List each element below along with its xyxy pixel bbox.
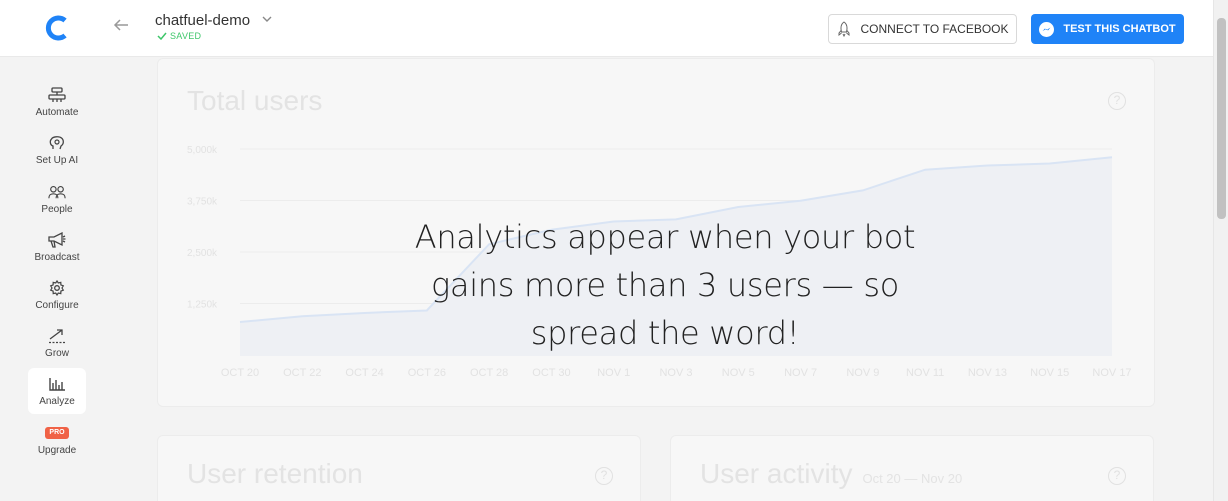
- y-tick-label: 5,000k: [187, 145, 218, 156]
- check-icon: [157, 32, 167, 40]
- top-header: chatfuel-demo SAVED CONNECT TO FACEBOOK …: [0, 0, 1213, 57]
- back-arrow-icon[interactable]: [112, 16, 132, 38]
- test-chatbot-button[interactable]: TEST THIS CHATBOT: [1031, 14, 1184, 44]
- bot-name[interactable]: chatfuel-demo: [155, 12, 250, 29]
- x-tick-label: OCT 24: [345, 367, 383, 379]
- sidebar-item-broadcast[interactable]: Broadcast: [28, 224, 86, 270]
- brain-icon: [48, 134, 66, 152]
- x-tick-label: NOV 11: [906, 367, 944, 379]
- user-retention-title: User retention: [187, 458, 363, 489]
- scrollbar-thumb[interactable]: [1217, 18, 1226, 219]
- y-tick-label: 3,750k: [187, 197, 218, 208]
- chatfuel-logo[interactable]: [43, 14, 71, 42]
- x-tick-label: OCT 22: [283, 367, 321, 379]
- connect-to-facebook-button[interactable]: CONNECT TO FACEBOOK: [828, 14, 1017, 44]
- sidebar-item-grow[interactable]: Grow: [28, 320, 86, 366]
- sidebar-item-label: Automate: [35, 107, 79, 118]
- sidebar-item-upgrade[interactable]: PRO Upgrade: [28, 418, 86, 464]
- y-tick-label: 2,500k: [187, 248, 218, 259]
- x-tick-label: OCT 30: [532, 367, 570, 379]
- automate-icon: [48, 86, 66, 104]
- sidebar-item-label: Grow: [45, 348, 69, 359]
- sidebar-item-label: People: [41, 204, 73, 215]
- x-tick-label: NOV 7: [784, 367, 817, 379]
- bar-chart-icon: [48, 375, 66, 393]
- pro-badge: PRO: [45, 426, 69, 439]
- user-activity-date-range: Oct 20 — Nov 20: [862, 471, 963, 486]
- x-tick-label: NOV 3: [659, 367, 692, 379]
- connect-to-facebook-label: CONNECT TO FACEBOOK: [860, 22, 1009, 36]
- saved-status-label: SAVED: [170, 31, 202, 41]
- help-icon[interactable]: ?: [1108, 467, 1126, 485]
- page-scrollbar[interactable]: [1213, 0, 1228, 501]
- sidebar-item-label: Broadcast: [34, 252, 80, 263]
- x-tick-label: OCT 26: [408, 367, 446, 379]
- sidebar-item-label: Analyze: [39, 396, 75, 407]
- sidebar-item-configure[interactable]: Configure: [28, 272, 86, 318]
- x-tick-label: NOV 9: [846, 367, 879, 379]
- left-sidebar: Automate Set Up AI People Broadcast Conf…: [0, 58, 113, 501]
- sidebar-item-analyze[interactable]: Analyze: [28, 368, 86, 414]
- x-tick-label: NOV 5: [722, 367, 755, 379]
- y-tick-label: 1,250k: [187, 300, 218, 311]
- user-activity-title: User activity Oct 20 — Nov 20: [700, 458, 962, 490]
- analytics-empty-message: Analytics appear when your bot gains mor…: [414, 218, 916, 352]
- x-tick-label: NOV 13: [968, 367, 1007, 379]
- user-activity-card: User activity Oct 20 — Nov 20 ?: [670, 435, 1154, 501]
- user-activity-title-text: User activity: [700, 458, 853, 489]
- sidebar-item-label: Set Up AI: [35, 155, 79, 166]
- saved-status: SAVED: [157, 31, 201, 41]
- x-tick-label: OCT 28: [470, 367, 508, 379]
- x-tick-label: OCT 20: [221, 367, 259, 379]
- chevron-down-icon[interactable]: [261, 13, 273, 25]
- rocket-icon: [838, 21, 850, 37]
- sidebar-item-automate[interactable]: Automate: [28, 79, 86, 125]
- sidebar-item-label: Configure: [35, 300, 79, 311]
- x-tick-label: NOV 1: [597, 367, 630, 379]
- gear-icon: [48, 279, 66, 297]
- megaphone-icon: [48, 231, 66, 249]
- sidebar-item-label: Upgrade: [37, 444, 77, 456]
- x-tick-label: NOV 15: [1030, 367, 1069, 379]
- sidebar-item-people[interactable]: People: [28, 176, 86, 222]
- sidebar-item-set-up-ai[interactable]: Set Up AI: [28, 127, 86, 173]
- user-retention-card: User retention ?: [157, 435, 641, 501]
- messenger-icon: [1039, 21, 1055, 37]
- help-icon[interactable]: ?: [595, 467, 613, 485]
- grow-icon: [48, 327, 66, 345]
- people-icon: [48, 183, 66, 201]
- test-chatbot-label: TEST THIS CHATBOT: [1063, 23, 1176, 35]
- x-tick-label: NOV 17: [1092, 367, 1131, 379]
